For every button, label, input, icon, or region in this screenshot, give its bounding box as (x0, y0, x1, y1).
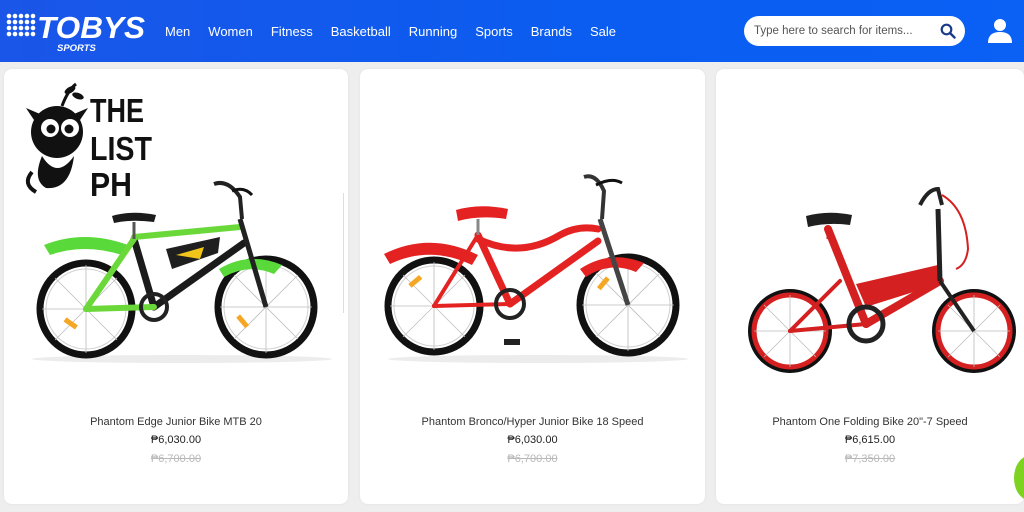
product-price: ₱6,030.00 (150, 434, 202, 446)
card-divider (343, 193, 344, 313)
nav-sports[interactable]: Sports (475, 24, 513, 39)
product-old-price: ₱6,700.00 (150, 453, 202, 465)
nav-running[interactable]: Running (409, 24, 457, 39)
watermark-line-1: THE (90, 92, 144, 129)
logo-dots-icon (6, 13, 36, 37)
logo-subtext: SPORTS (57, 43, 97, 54)
watermark-line-2: LIST (90, 130, 152, 167)
product-image-bike-folding[interactable] (716, 69, 1024, 379)
product-old-price: ₱7,350.00 (844, 453, 896, 465)
product-image-bike-red[interactable] (360, 69, 705, 379)
watermark-line-3: PH (90, 166, 132, 200)
top-header: TOBYS SPORTS Men Women Fitness Basketbal… (0, 0, 1024, 62)
tobys-sports-logo[interactable]: TOBYS SPORTS (4, 9, 154, 55)
product-old-price: ₱6,700.00 (507, 453, 558, 465)
product-price: ₱6,615.00 (844, 434, 896, 446)
product-card[interactable]: Phantom Bronco/Hyper Junior Bike 18 Spee… (360, 69, 705, 504)
nav-women[interactable]: Women (208, 24, 253, 39)
product-card[interactable]: Phantom One Folding Bike 20"-7 Speed ₱6,… (716, 69, 1024, 504)
nav-brands[interactable]: Brands (531, 24, 572, 39)
nav-fitness[interactable]: Fitness (271, 24, 313, 39)
product-name[interactable]: Phantom Bronco/Hyper Junior Bike 18 Spee… (360, 416, 705, 428)
product-name[interactable]: Phantom One Folding Bike 20"-7 Speed (716, 416, 1024, 428)
logo-text: TOBYS (37, 10, 145, 45)
nav-men[interactable]: Men (165, 24, 190, 39)
search-box (744, 16, 965, 46)
product-price: ₱6,030.00 (507, 434, 558, 446)
search-icon[interactable] (940, 23, 956, 39)
product-name[interactable]: Phantom Edge Junior Bike MTB 20 (4, 416, 348, 428)
main-nav: Men Women Fitness Basketball Running Spo… (165, 0, 634, 62)
nav-sale[interactable]: Sale (590, 24, 616, 39)
the-list-ph-watermark-logo: THE LIST PH (25, 82, 152, 200)
search-input[interactable] (754, 16, 934, 46)
nav-basketball[interactable]: Basketball (331, 24, 391, 39)
user-account-icon[interactable] (987, 17, 1013, 43)
